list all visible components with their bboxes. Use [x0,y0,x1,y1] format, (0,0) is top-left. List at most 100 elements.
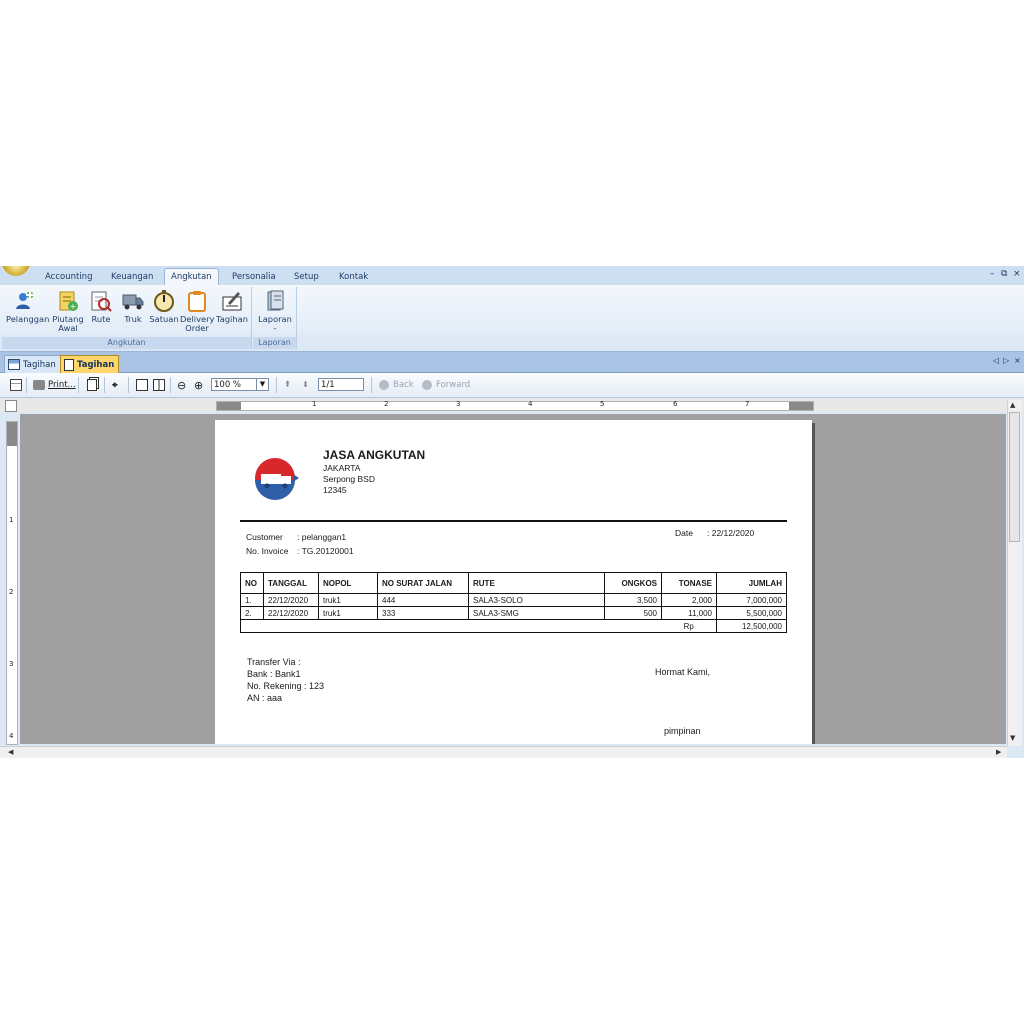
restore-button[interactable]: ⧉ [1001,269,1007,279]
cell: 1. [240,593,264,607]
find-binoculars-icon[interactable]: ⌖ [112,378,118,392]
scroll-up-icon[interactable]: ▲ [1010,401,1015,409]
back-button[interactable]: Back [379,378,414,392]
next-page-icon[interactable]: ⇟ [302,378,309,392]
application-window: Accounting Keuangan Angkutan Personalia … [0,266,1024,758]
piutang-awal-button[interactable]: + Piutang Awal [48,289,88,333]
an-line: AN : aaa [247,693,283,703]
satuan-button[interactable]: Satuan [149,289,179,324]
vruler-num: 4 [9,732,14,740]
document-icon [64,358,74,371]
total-value: 12,500,000 [716,619,787,633]
company-name: JASA ANGKUTAN [323,448,426,462]
cell: 444 [377,593,469,607]
zoom-in-icon[interactable]: ⊕ [194,378,203,392]
doc-scroll-left-button[interactable]: ◁ [993,356,999,365]
col-nopol: NOPOL [318,572,378,594]
gauge-icon [154,290,174,312]
cell: truk1 [318,593,378,607]
doc-tab-tagihan-2[interactable]: Tagihan [60,355,120,373]
rute-label: Rute [91,314,111,324]
cell: 2,000 [661,593,717,607]
invoice-number-value: : TG.20120001 [297,546,354,556]
zoom-select[interactable]: 100 % ▼ [211,378,269,391]
horizontal-ruler-row: 1 2 3 4 5 6 7 [0,398,1024,412]
page-number-value: 1/1 [321,380,335,390]
col-tonase: TONASE [661,572,717,594]
document-tab-bar: Tagihan Tagihan ◁ ▷ × [0,352,1024,373]
ribbon-group-angkutan-label: Angkutan [2,337,251,349]
scroll-right-icon[interactable]: ▶ [996,748,1001,756]
doc-tab-tagihan-1[interactable]: Tagihan [4,355,61,373]
company-postcode: 12345 [323,485,347,495]
multi-page-icon[interactable] [153,378,165,392]
cell: truk1 [318,606,378,620]
tagihan-button[interactable]: Tagihan [215,289,249,324]
company-logo-icon [255,458,299,500]
pelanggan-button[interactable]: Pelanggan [6,289,49,324]
ruler-num: 6 [673,400,678,408]
date-label: Date [675,528,693,538]
single-page-icon[interactable] [136,378,148,392]
forward-button[interactable]: Forward [422,378,470,392]
closing-text: Hormat Kami, [655,667,711,677]
customer-icon [16,291,34,309]
ribbon-tab-bar: Accounting Keuangan Angkutan Personalia … [0,266,1024,286]
forward-label: Forward [436,380,471,390]
doc-scroll-right-button[interactable]: ▷ [1003,356,1009,365]
print-label: Print... [48,380,76,390]
truk-button[interactable]: Truk [119,289,147,324]
ribbon-group-laporan: Laporan - Laporan [253,287,297,349]
previous-page-icon[interactable]: ⇞ [284,378,291,392]
cell: 3,500 [604,593,662,607]
tab-keuangan[interactable]: Keuangan [105,269,159,285]
route-icon [91,291,112,312]
doc-tab-label-2: Tagihan [77,359,115,370]
cell: 2. [240,606,264,620]
ribbon-group-angkutan: Pelanggan + Piutang Awal Rute Truk Satua… [2,287,252,349]
tab-personalia[interactable]: Personalia [226,269,282,285]
zoom-dropdown-icon[interactable]: ▼ [256,379,268,390]
truck-icon [122,294,144,310]
account-line: No. Rekening : 123 [247,681,325,691]
tab-kontak[interactable]: Kontak [333,269,374,285]
minimize-button[interactable]: – [990,269,995,279]
laporan-button[interactable]: Laporan - [257,289,293,333]
delivery-order-button[interactable]: Delivery Order [180,289,214,333]
print-preview-area[interactable]: JASA ANGKUTAN JAKARTA Serpong BSD 12345 … [20,414,1006,744]
doc-close-button[interactable]: × [1014,356,1021,365]
page-number-input[interactable]: 1/1 [318,378,364,391]
delivery-label-2: Order [185,323,209,333]
back-arrow-icon [379,380,389,390]
ribbon-group-laporan-label: Laporan [253,337,296,349]
tab-setup[interactable]: Setup [288,269,325,285]
printer-icon [33,380,45,390]
col-ongkos: ONGKOS [604,572,662,594]
signer-title: pimpinan [664,726,701,736]
app-menu-orb-icon[interactable] [2,266,30,276]
invoice-page: JASA ANGKUTAN JAKARTA Serpong BSD 12345 … [215,420,812,744]
customer-label: Customer [246,532,283,542]
zoom-out-icon[interactable]: ⊖ [177,378,186,392]
date-value: : 22/12/2020 [707,528,755,538]
tab-angkutan[interactable]: Angkutan [164,268,219,286]
horizontal-ruler: 1 2 3 4 5 6 7 [216,400,814,411]
back-label: Back [393,380,414,390]
scroll-left-icon[interactable]: ◀ [8,748,13,756]
col-jumlah: JUMLAH [716,572,787,594]
scroll-thumb[interactable] [1009,412,1020,542]
tab-accounting[interactable]: Accounting [39,269,98,285]
print-button[interactable]: Print... [33,378,76,392]
vertical-scrollbar[interactable]: ▲ ▼ [1007,400,1022,746]
horizontal-scrollbar[interactable]: ◀ ▶ [0,746,1007,758]
vruler-num: 2 [9,588,14,596]
scroll-down-icon[interactable]: ▼ [1010,734,1015,742]
close-button[interactable]: × [1013,269,1021,279]
rute-button[interactable]: Rute [87,289,115,324]
ruler-corner [5,400,17,412]
page-setup-icon[interactable] [10,378,22,392]
col-tanggal: TANGGAL [263,572,319,594]
cell: 500 [604,606,662,620]
copy-icon[interactable] [87,378,97,392]
customer-value: : pelanggan1 [297,532,347,542]
